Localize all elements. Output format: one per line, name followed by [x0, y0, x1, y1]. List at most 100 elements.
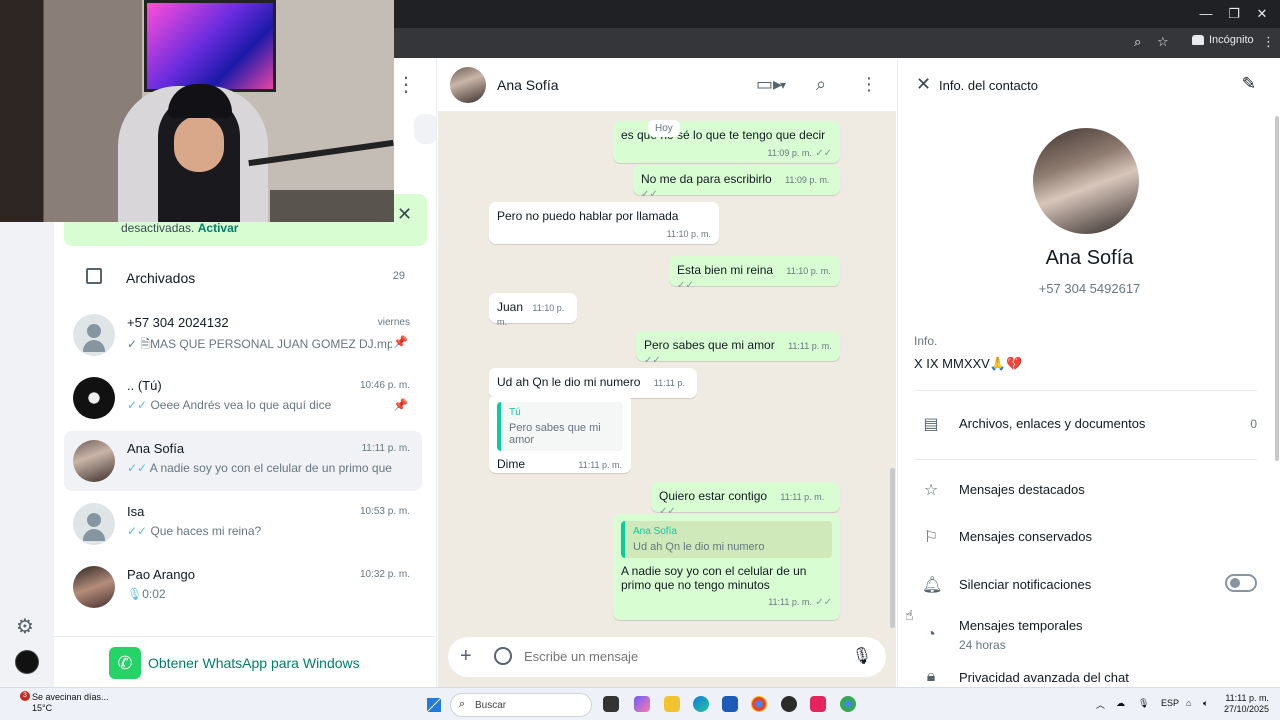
message-outgoing[interactable]: No me da para escribirlo 11:09 p. m. ✓✓ [633, 165, 840, 200]
chrome-icon[interactable] [751, 696, 767, 712]
message-text: Esta bien mi reina [677, 263, 774, 277]
message-outgoing[interactable]: Pero sabes que mi amor 11:11 p. m. ✓✓ [636, 331, 840, 366]
store-icon[interactable] [722, 696, 738, 712]
message-time: 11:10 p. m. [786, 266, 831, 276]
chat-list-item[interactable]: Pao Arango 10:32 p. m. 🎙0:02 [64, 557, 422, 617]
attach-plus-icon[interactable]: + [460, 645, 472, 668]
chat-name: Isa [127, 504, 145, 519]
edge-icon[interactable] [693, 696, 709, 712]
close-icon[interactable]: ✕ [916, 74, 931, 95]
quoted-message[interactable]: Tú Pero sabes que mi amor [497, 402, 623, 451]
double-tick-icon: ✓✓ [127, 461, 148, 475]
clock[interactable]: 11:11 p. m. 27/10/2025 [1224, 693, 1269, 715]
chat-list-item-active[interactable]: Ana Sofía 11:11 p. m. ✓✓ A nadie soy yo … [64, 431, 422, 491]
webcam-face [174, 116, 224, 172]
restore-icon[interactable]: ❐ [1224, 6, 1244, 22]
starred-messages-row[interactable]: ☆ Mensajes destacados [898, 470, 1280, 510]
chrome-incognito-icon[interactable] [781, 696, 797, 712]
chat-time: 10:32 p. m. [359, 569, 410, 580]
zoom-icon[interactable]: ⌕ [1134, 34, 1141, 50]
message-text: Dime [497, 457, 526, 471]
message-incoming-reply[interactable]: Tú Pero sabes que mi amor Dime 11:11 p. … [489, 395, 631, 473]
chrome-profile-icon[interactable] [840, 696, 856, 712]
avatar[interactable] [450, 67, 486, 103]
tray-chevron-up-icon[interactable]: ︿ [1096, 698, 1105, 711]
archived-row[interactable]: Archivados 29 [54, 258, 436, 298]
message-incoming[interactable]: Ud ah Qn le dio mi numero 11:11 p. m. [489, 368, 697, 402]
message-outgoing[interactable]: Esta bien mi reina 11:10 p. m. ✓✓ [669, 256, 840, 291]
close-window-icon[interactable]: ✕ [1252, 6, 1272, 22]
profile-avatar[interactable] [15, 650, 39, 674]
browser-menu-icon[interactable]: ⋮ [1262, 34, 1275, 50]
chevron-down-icon[interactable]: ▾ [780, 78, 786, 92]
notification-status: desactivadas. [121, 221, 195, 235]
close-banner-icon[interactable]: ✕ [397, 204, 412, 225]
get-whatsapp-windows-banner[interactable]: ✆ Obtener WhatsApp para Windows [54, 636, 436, 687]
webcam-mic-arm [248, 139, 394, 167]
disappearing-messages-row[interactable]: ◔ Mensajes temporales 24 horas [898, 606, 1280, 658]
cloud-icon[interactable]: ☁ [1116, 698, 1125, 709]
message-outgoing-reply[interactable]: Ana Sofía Ud ah Qn le dio mi numero A na… [613, 514, 840, 620]
settings-gear-icon[interactable]: ⚙ [16, 614, 34, 639]
bookmark-icon: ⚐ [923, 529, 939, 546]
chat-list-item[interactable]: +57 304 2024132 viernes ✓ 🗎MAS QUE PERSO… [64, 305, 422, 365]
chat-preview-text: Oeee Andrés vea lo que aquí dice [150, 398, 332, 412]
webcam-shelf [270, 190, 394, 222]
mute-toggle[interactable] [1225, 574, 1257, 592]
info-scrollbar[interactable] [1275, 116, 1279, 461]
language-indicator[interactable]: ESP [1161, 698, 1179, 708]
microphone-icon[interactable]: 🎙 [852, 646, 872, 666]
message-input[interactable] [524, 649, 844, 664]
double-tick-icon: ✓✓ [644, 355, 661, 366]
conversation-scrollbar[interactable] [890, 468, 895, 628]
chat-preview-text: MAS QUE PERSONAL JUAN GOMEZ DJ.mp3 [150, 337, 392, 351]
about-label: Info. [914, 334, 938, 348]
mic-icon[interactable]: 🎙 [1138, 698, 1149, 709]
copilot-icon[interactable] [634, 696, 650, 712]
chat-list-menu-icon[interactable]: ⋮ [396, 72, 416, 97]
search-icon[interactable]: ⌕ [816, 74, 826, 95]
incognito-indicator[interactable]: Incógnito [1192, 34, 1254, 46]
date-chip: Hoy [648, 120, 680, 137]
minimize-icon[interactable]: — [1196, 6, 1216, 21]
tiktok-icon[interactable] [810, 696, 826, 712]
conversation-contact-name[interactable]: Ana Sofía [497, 77, 559, 93]
row-count: 0 [1250, 417, 1257, 431]
windows-start-icon[interactable] [427, 698, 441, 712]
contact-photo[interactable] [1033, 128, 1139, 234]
mute-notifications-row[interactable]: 🔔︎ Silenciar notificaciones [898, 565, 1280, 605]
message-incoming[interactable]: Pero no puedo hablar por llamada 11:10 p… [489, 202, 719, 244]
conversation-header[interactable]: Ana Sofía ▭▸ ▾ ⌕ ⋮ [438, 58, 896, 112]
menu-icon[interactable]: ⋮ [860, 74, 878, 95]
chat-list-item[interactable]: .. (Tú) 10:46 p. m. ✓✓ Oeee Andrés vea l… [64, 368, 422, 428]
bookmark-star-icon[interactable]: ☆ [1157, 34, 1169, 50]
message-time: 11:11 p. m. [578, 460, 623, 470]
message-outgoing[interactable]: Quiero estar contigo 11:11 p. m. ✓✓ [651, 482, 840, 517]
contact-phone: +57 304 5492617 [1038, 281, 1141, 296]
single-tick-icon: ✓ [127, 337, 138, 351]
message-time: 11:11 p. m. [788, 341, 832, 351]
file-explorer-icon[interactable] [664, 696, 680, 712]
network-icon[interactable]: ⌂ [1186, 698, 1191, 708]
bell-icon: 🔔︎ [922, 577, 943, 594]
double-tick-icon: ✓✓ [127, 524, 148, 538]
taskbar-search[interactable]: ⌕ Buscar [450, 693, 592, 717]
activate-notifications-link[interactable]: Activar [198, 221, 239, 235]
search-input[interactable] [414, 114, 436, 144]
star-icon: ☆ [923, 482, 939, 499]
chat-list-item[interactable]: Isa 10:53 p. m. ✓✓ Que haces mi reina? [64, 494, 422, 554]
emoji-icon[interactable] [494, 647, 512, 665]
volume-icon[interactable]: 🔈︎ [1203, 698, 1208, 709]
message-text: Ud ah Qn le dio mi numero [497, 375, 641, 389]
media-links-docs-row[interactable]: ▤ Archivos, enlaces y documentos 0 [898, 404, 1280, 444]
message-incoming[interactable]: Juan 11:10 p. m. [489, 293, 577, 327]
chat-time: 10:46 p. m. [359, 380, 410, 391]
chat-name: +57 304 2024132 [127, 315, 229, 330]
avatar [73, 377, 115, 419]
video-call-icon[interactable]: ▭▸ [756, 74, 782, 95]
task-view-icon[interactable] [603, 696, 619, 712]
edit-pencil-icon[interactable]: ✎ [1242, 74, 1256, 94]
kept-messages-row[interactable]: ⚐ Mensajes conservados [898, 517, 1280, 557]
advanced-privacy-row[interactable]: 🔒︎ Privacidad avanzada del chat [898, 658, 1280, 687]
quoted-message[interactable]: Ana Sofía Ud ah Qn le dio mi numero [621, 521, 832, 558]
